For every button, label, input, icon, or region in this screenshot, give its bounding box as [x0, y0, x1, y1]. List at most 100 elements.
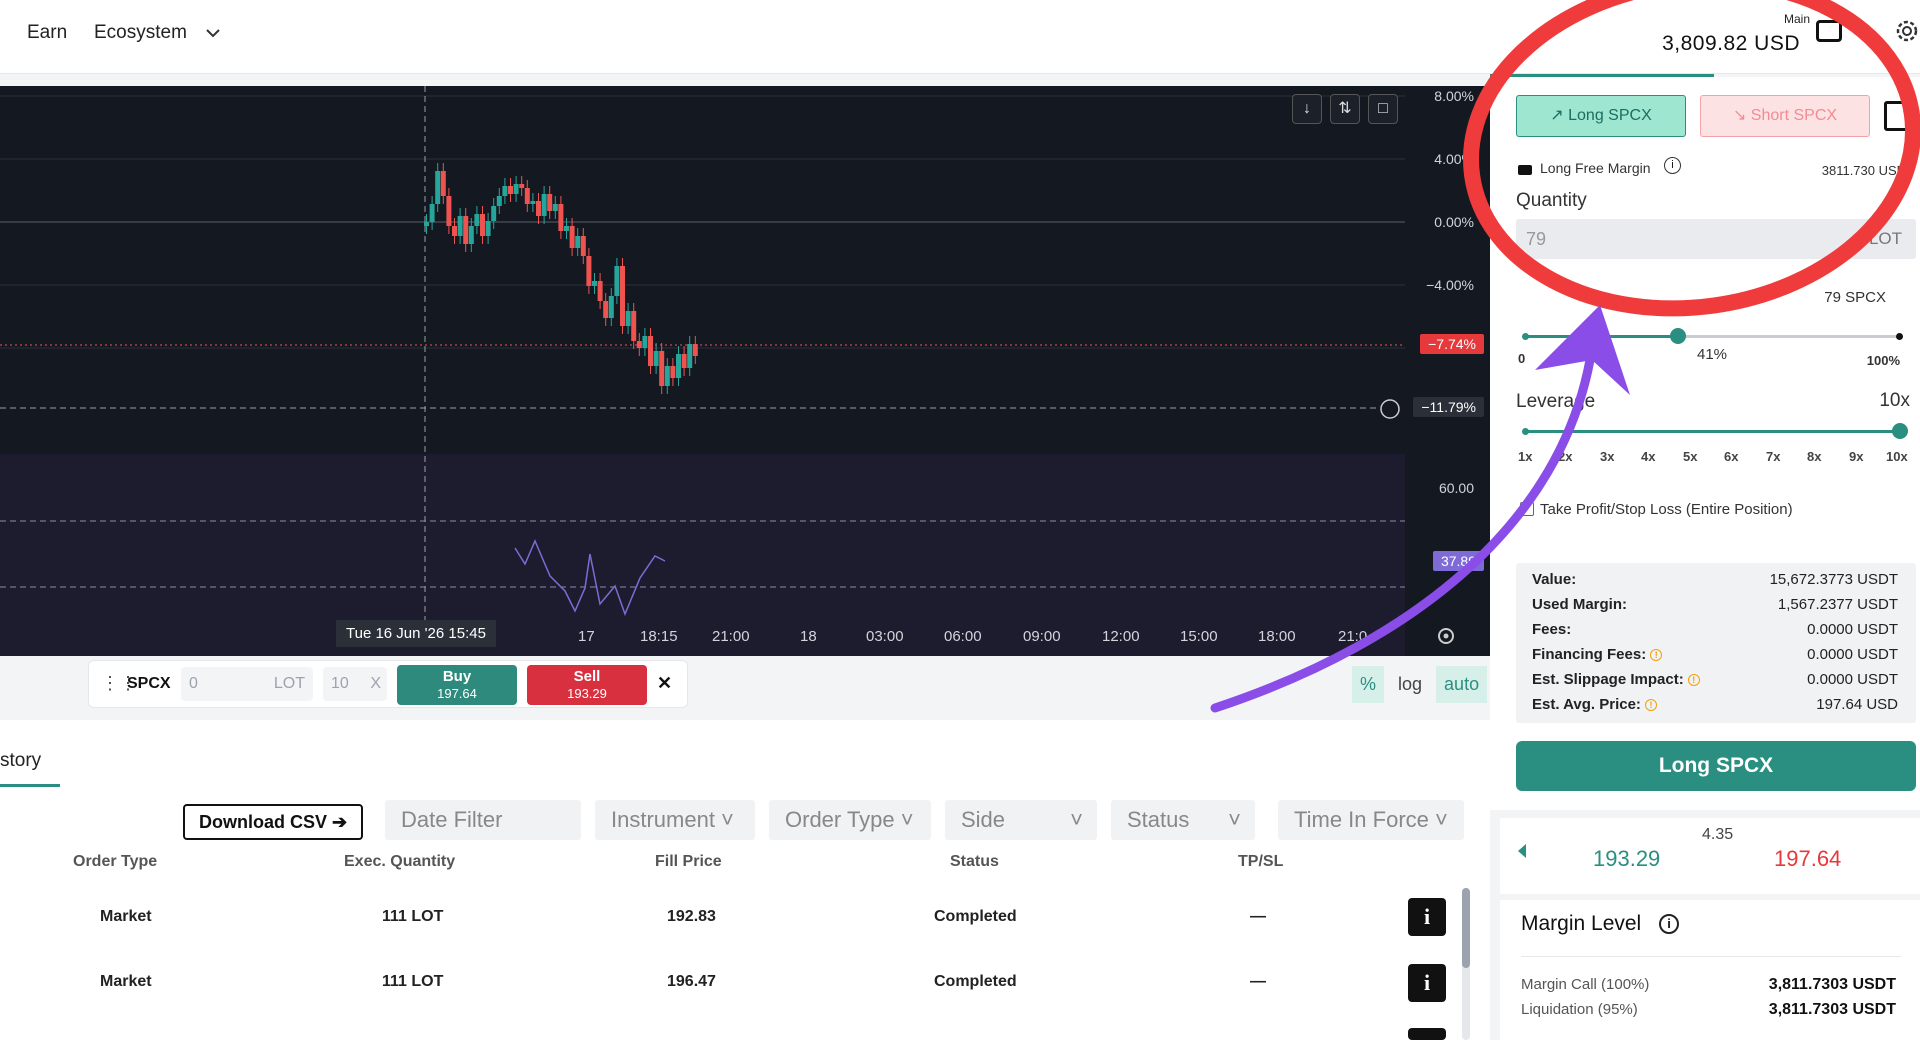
side-filter[interactable]: Side ˅: [945, 800, 1097, 840]
chevron-down-icon[interactable]: [206, 28, 220, 38]
download-csv-button[interactable]: Download CSV ➔: [183, 804, 363, 840]
summary-key: Used Margin:: [1532, 596, 1628, 613]
trend-down-icon: ↘: [1732, 107, 1751, 124]
col-fill-price: Fill Price: [655, 853, 722, 870]
leverage-slider-handle[interactable]: [1892, 423, 1908, 439]
time-in-force-filter[interactable]: Time In Force ˅: [1278, 800, 1464, 840]
auto-scale-button[interactable]: auto: [1436, 665, 1488, 703]
fullscreen-icon[interactable]: □: [1368, 94, 1398, 124]
calculator-icon[interactable]: [1884, 101, 1910, 131]
candle: [597, 281, 603, 301]
download-icon[interactable]: ↓: [1292, 94, 1322, 124]
buy-label: Buy: [442, 668, 472, 685]
cell-fill-price: 192.83: [667, 908, 716, 925]
quantity-input[interactable]: 79 LOT: [1516, 219, 1916, 259]
size-percent: 41%: [1697, 346, 1728, 363]
cell-status: Completed: [934, 908, 1017, 925]
log-scale-button[interactable]: log: [1390, 666, 1430, 703]
crosshair-time-tag: Tue 16 Jun '26 15:45: [336, 620, 496, 647]
warning-icon[interactable]: !: [1650, 649, 1663, 662]
candle: [491, 206, 497, 221]
info-button-partial[interactable]: [1408, 1028, 1446, 1040]
leverage-slider-fill[interactable]: [1526, 430, 1898, 433]
quantity-hint: 79 SPCX: [1824, 289, 1886, 306]
long-tab-button[interactable]: ↗ Long SPCX: [1516, 95, 1686, 137]
tpsl-checkbox[interactable]: [1520, 502, 1534, 516]
summary-value: 1,567.2377 USDT: [1777, 596, 1898, 613]
candle: [502, 186, 508, 196]
candle: [603, 301, 609, 318]
nav-ecosystem[interactable]: Ecosystem: [94, 22, 187, 44]
candle: [446, 196, 452, 226]
scale-controls: % log auto: [1352, 660, 1488, 708]
margin-level-title: Margin Level: [1521, 912, 1642, 935]
size-max: 100%: [1866, 353, 1900, 368]
candle: [440, 171, 446, 196]
warning-icon[interactable]: !: [1644, 699, 1657, 712]
chevron-down-icon: ˅: [1228, 807, 1241, 832]
summary-key-text: Financing Fees:: [1532, 646, 1647, 663]
leverage-tick: 5x: [1683, 449, 1698, 464]
chevron-down-icon: ˅: [1070, 807, 1083, 832]
short-tab-label: Short SPCX: [1750, 107, 1838, 124]
summary-value: 0.0000 USDT: [1807, 621, 1898, 638]
summary-value: 0.0000 USDT: [1807, 646, 1898, 663]
candle: [485, 221, 491, 236]
collapse-icon[interactable]: ⇅: [1330, 94, 1360, 124]
nav-earn[interactable]: Earn: [27, 22, 67, 44]
info-button[interactable]: i: [1408, 964, 1446, 1002]
status-filter[interactable]: Status ˅: [1111, 800, 1255, 840]
close-icon[interactable]: ✕: [657, 673, 672, 694]
percent-scale-button[interactable]: %: [1352, 665, 1385, 703]
account-balance[interactable]: 3,809.82 USD: [1662, 32, 1800, 56]
caret-left-icon[interactable]: [1518, 844, 1526, 858]
candle: [541, 194, 547, 216]
x-tick: 17: [578, 628, 595, 645]
info-icon[interactable]: i: [1659, 914, 1679, 934]
gear-icon[interactable]: [1894, 18, 1920, 44]
summary-key: Financing Fees:!: [1532, 646, 1663, 663]
leverage-tick: 1x: [1518, 449, 1533, 464]
chart-canvas[interactable]: [0, 86, 1490, 656]
submit-long-button[interactable]: Long SPCX: [1516, 741, 1916, 791]
candle: [435, 171, 441, 204]
leverage-value: 10x: [1879, 390, 1910, 411]
candle: [457, 216, 463, 236]
quantity-value: 79: [1526, 229, 1547, 249]
last-price-tag: −7.74%: [1420, 334, 1484, 354]
short-tab-button[interactable]: ↘ Short SPCX: [1700, 95, 1870, 137]
candle: [496, 196, 502, 206]
bid-price[interactable]: 193.29: [1593, 846, 1660, 872]
quick-qty-input[interactable]: 0 LOT: [181, 667, 313, 701]
ask-price[interactable]: 197.64: [1774, 846, 1841, 872]
warning-icon[interactable]: !: [1687, 674, 1700, 687]
summary-key-text: Est. Slippage Impact:: [1532, 671, 1684, 688]
chart-settings-icon[interactable]: [1436, 626, 1456, 646]
instrument-filter[interactable]: Instrument ˅: [595, 800, 755, 840]
price-chart[interactable]: 8.00% 4.00% 0.00% −4.00% −7.74% −11.79% …: [0, 86, 1490, 656]
sell-label: Sell: [573, 668, 601, 685]
scrollbar-thumb[interactable]: [1462, 888, 1470, 968]
candle: [648, 336, 653, 366]
quick-buy-button[interactable]: Buy 197.64: [397, 665, 517, 705]
info-icon[interactable]: i: [1664, 157, 1681, 174]
wallet-icon[interactable]: [1816, 20, 1842, 42]
cell-exec-qty: 111 LOT: [382, 908, 444, 925]
multiplier-input[interactable]: 10 X: [323, 667, 387, 701]
candle: [552, 204, 558, 211]
quick-sell-button[interactable]: Sell 193.29: [527, 665, 647, 705]
order-history-panel: story Download CSV ➔ Date Filter Instrum…: [0, 720, 1490, 1040]
liquidation-value: 3,811.7303 USDT: [1768, 1001, 1896, 1018]
order-type-filter[interactable]: Order Type ˅: [769, 800, 931, 840]
date-filter[interactable]: Date Filter: [385, 800, 581, 840]
tab-order-history[interactable]: story: [0, 750, 60, 787]
info-button[interactable]: i: [1408, 898, 1446, 936]
candle: [653, 351, 659, 366]
candle: [636, 341, 642, 348]
quantity-label: Quantity: [1516, 190, 1587, 211]
x-tick: 18:00: [1258, 628, 1296, 645]
size-slider-handle[interactable]: [1669, 328, 1686, 344]
slider-dot: [1896, 333, 1903, 340]
free-margin-label: Long Free Margin: [1540, 160, 1651, 176]
leverage-tick: 8x: [1807, 449, 1822, 464]
